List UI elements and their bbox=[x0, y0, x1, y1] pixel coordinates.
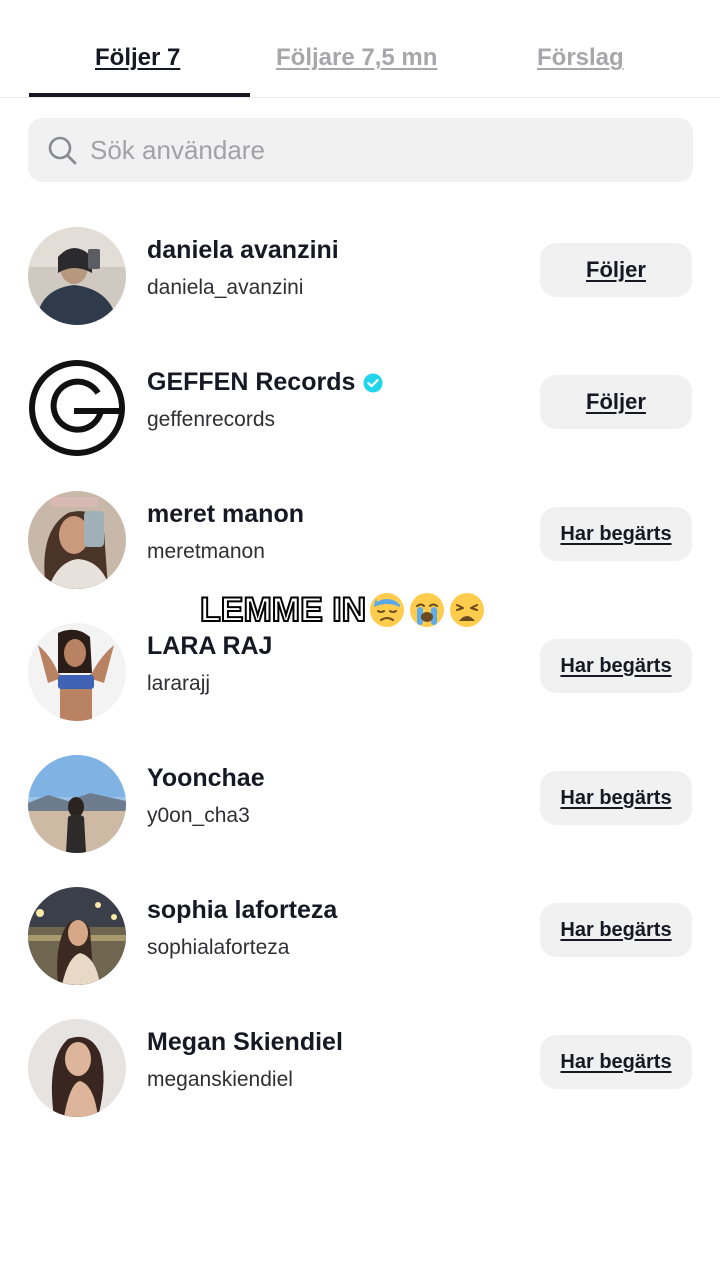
user-display-name: GEFFEN Records bbox=[147, 368, 383, 397]
user-handle: daniela_avanzini bbox=[147, 276, 304, 299]
user-display-name: meret manon bbox=[147, 500, 304, 528]
user-handle: lararajj bbox=[147, 672, 211, 695]
caption-text: LEMME IN bbox=[199, 590, 367, 630]
user-handle: y0on_cha3 bbox=[147, 804, 250, 827]
avatar[interactable] bbox=[28, 623, 126, 721]
user-display-name: daniela avanzini bbox=[147, 236, 339, 264]
avatar[interactable] bbox=[28, 359, 126, 457]
search-input[interactable] bbox=[90, 118, 670, 182]
avatar[interactable] bbox=[28, 227, 126, 325]
list-item[interactable]: daniela avanzini daniela_avanzini Följer bbox=[0, 214, 720, 334]
following-list-screen: Följer 7 Följare 7,5 mn Förslag daniela … bbox=[0, 0, 720, 1280]
avatar[interactable] bbox=[28, 491, 126, 589]
user-handle: sophialaforteza bbox=[147, 936, 290, 959]
requested-button[interactable]: Har begärts bbox=[540, 1035, 692, 1089]
list-item[interactable]: meret manon meretmanon Har begärts bbox=[0, 478, 720, 598]
user-handle: geffenrecords bbox=[147, 408, 276, 431]
search-icon bbox=[48, 136, 77, 165]
search-bar[interactable] bbox=[28, 118, 693, 182]
user-display-name: LARA RAJ bbox=[147, 632, 273, 660]
list-item[interactable]: sophia laforteza sophialaforteza Har beg… bbox=[0, 874, 720, 994]
requested-button[interactable]: Har begärts bbox=[540, 771, 692, 825]
list-item[interactable]: Yoonchae y0on_cha3 Har begärts bbox=[0, 742, 720, 862]
user-display-name: sophia laforteza bbox=[147, 896, 338, 924]
user-handle: meganskiendiel bbox=[147, 1068, 293, 1091]
requested-button[interactable]: Har begärts bbox=[540, 507, 692, 561]
following-button[interactable]: Följer bbox=[540, 375, 692, 429]
tab-suggestions[interactable]: Förslag bbox=[537, 44, 624, 72]
tab-following[interactable]: Följer 7 bbox=[95, 44, 180, 72]
tab-bar: Följer 7 Följare 7,5 mn Förslag bbox=[0, 0, 720, 98]
video-caption-overlay: LEMME IN bbox=[199, 588, 486, 632]
user-display-name: Yoonchae bbox=[147, 764, 265, 792]
requested-button[interactable]: Har begärts bbox=[540, 639, 692, 693]
avatar[interactable] bbox=[28, 887, 126, 985]
following-button[interactable]: Följer bbox=[540, 243, 692, 297]
loudly-crying-emoji-icon bbox=[410, 593, 445, 627]
list-item[interactable]: Megan Skiendiel meganskiendiel Har begär… bbox=[0, 1006, 720, 1126]
user-display-name: Megan Skiendiel bbox=[147, 1028, 343, 1056]
avatar[interactable] bbox=[28, 1019, 126, 1117]
downcast-sweat-emoji-icon bbox=[370, 593, 405, 627]
active-tab-indicator bbox=[29, 93, 250, 97]
verified-badge-icon bbox=[363, 373, 383, 392]
list-item[interactable]: GEFFEN Records geffenrecords Följer bbox=[0, 346, 720, 466]
user-handle: meretmanon bbox=[147, 540, 265, 563]
avatar[interactable] bbox=[28, 755, 126, 853]
requested-button[interactable]: Har begärts bbox=[540, 903, 692, 957]
weary-emoji-icon bbox=[450, 593, 485, 627]
tab-followers[interactable]: Följare 7,5 mn bbox=[276, 44, 437, 72]
